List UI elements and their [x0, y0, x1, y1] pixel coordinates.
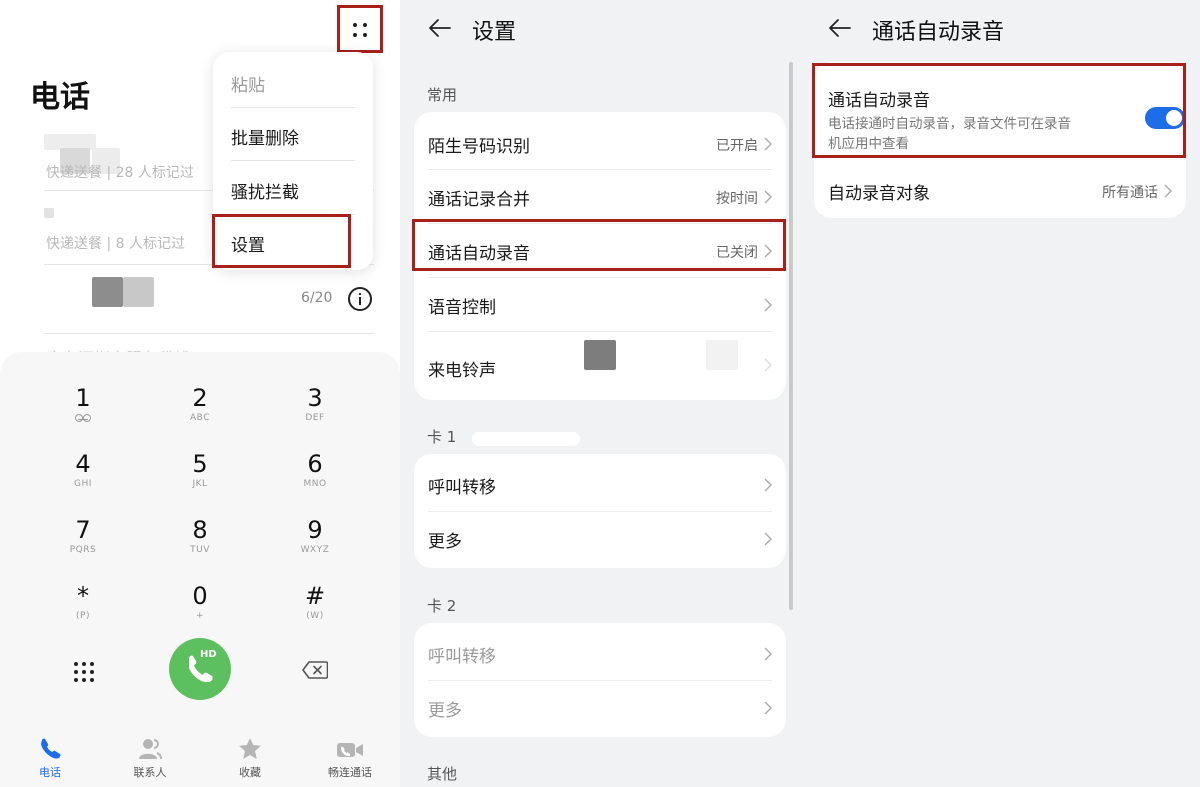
log-tag-text: 快递送餐 | 8 人标记过 — [46, 236, 185, 252]
chevron-right-icon — [764, 298, 772, 312]
key-1[interactable]: 1 — [38, 384, 128, 424]
key-6[interactable]: 6 MNO — [270, 450, 360, 490]
bottom-tab-bar: 电话 联系人 收藏 畅连通话 — [0, 730, 400, 787]
phone-handset-icon — [189, 655, 213, 683]
key-0[interactable]: 0 + — [155, 582, 245, 622]
blurred-ringtone — [706, 340, 738, 370]
call-button[interactable]: HD — [169, 638, 231, 700]
back-arrow-icon[interactable] — [428, 18, 452, 38]
settings-row-stranger-id[interactable]: 陌生号码识别 已开启 — [414, 117, 786, 170]
dialpad-toggle-icon[interactable] — [74, 662, 94, 682]
menu-divider — [231, 160, 355, 161]
section-label-common: 常用 — [427, 86, 458, 104]
section-label-other: 其他 — [427, 765, 458, 783]
settings-row-voice-control[interactable]: 语音控制 — [414, 278, 786, 331]
chevron-right-icon — [764, 190, 772, 204]
key-star[interactable]: * (P) — [38, 582, 128, 622]
menu-item-block[interactable]: 骚扰拦截 — [231, 178, 299, 203]
settings-row-more-2[interactable]: 更多 — [414, 681, 786, 734]
settings-row-record-target[interactable]: 自动录音对象 所有通话 — [814, 164, 1186, 217]
voicemail-icon — [75, 414, 91, 422]
chevron-right-icon — [1164, 184, 1172, 198]
star-icon — [210, 736, 290, 762]
key-3[interactable]: 3 DEF — [270, 384, 360, 424]
blurred-carrier — [472, 432, 580, 446]
blurred-number — [123, 277, 154, 307]
highlight-box-toggle — [812, 63, 1186, 158]
page-title: 电话 — [30, 80, 90, 115]
settings-panel: 设置 常用 陌生号码识别 已开启 通话记录合并 按时间 通话自动录音 已关闭 语… — [400, 0, 800, 787]
menu-divider — [231, 107, 355, 108]
blurred-number — [92, 277, 123, 307]
backspace-icon[interactable] — [302, 661, 329, 679]
tab-contacts[interactable]: 联系人 — [110, 736, 190, 780]
chevron-right-icon — [764, 478, 772, 492]
row-divider — [428, 331, 772, 332]
back-arrow-icon[interactable] — [828, 18, 852, 38]
section-label-card2: 卡 2 — [427, 597, 457, 615]
key-2[interactable]: 2 ABC — [155, 384, 245, 424]
blurred-number — [44, 208, 54, 218]
chevron-right-icon — [764, 532, 772, 546]
log-count: 6/20 — [301, 290, 333, 306]
chevron-right-icon — [764, 701, 772, 715]
dialpad: 1 2 ABC 3 DEF 4 GHI 5 JKL 6 MNO 7 PQRS 8 TUV 9W… — [0, 352, 400, 787]
settings-card-sim1: 呼叫转移 更多 — [414, 454, 786, 568]
key-4[interactable]: 4 GHI — [38, 450, 128, 490]
phone-icon — [10, 736, 90, 762]
chevron-right-icon — [764, 137, 772, 151]
tab-favorites[interactable]: 收藏 — [210, 736, 290, 780]
highlight-box-settings — [212, 214, 351, 268]
key-hash[interactable]: # (W) — [270, 582, 360, 622]
settings-row-ringtone[interactable]: 来电铃声 — [414, 336, 786, 396]
menu-item-paste[interactable]: 粘贴 — [231, 71, 265, 96]
settings-row-log-merge[interactable]: 通话记录合并 按时间 — [414, 170, 786, 223]
key-5[interactable]: 5 JKL — [155, 450, 245, 490]
key-7[interactable]: 7 PQRS — [38, 516, 128, 556]
settings-row-call-forward-1[interactable]: 呼叫转移 — [414, 458, 786, 511]
page-title: 设置 — [472, 20, 517, 45]
page-title: 通话自动录音 — [872, 20, 1005, 45]
highlight-box-more — [337, 5, 383, 53]
chevron-right-icon — [764, 647, 772, 661]
phone-panel: 电话 快递送餐 | 28 人标记过 快递送餐 | 8 人标记过 6/20 广东深… — [0, 0, 400, 787]
log-divider — [44, 333, 374, 334]
tab-meetime[interactable]: 畅连通话 — [310, 736, 390, 780]
chevron-right-icon — [764, 358, 772, 372]
auto-record-panel: 通话自动录音 通话自动录音 电话接通时自动录音，录音文件可在录音 机应用中查看 … — [800, 0, 1200, 787]
settings-card-sim2: 呼叫转移 更多 — [414, 623, 786, 737]
section-label-card1: 卡 1 — [427, 428, 457, 446]
scrollbar[interactable] — [789, 62, 793, 610]
highlight-box-auto-record — [412, 219, 786, 271]
hd-badge: HD — [200, 649, 217, 660]
info-icon[interactable] — [348, 287, 372, 311]
tab-phone[interactable]: 电话 — [10, 736, 90, 780]
contacts-icon — [110, 736, 190, 762]
log-tag-text: 快递送餐 | 28 人标记过 — [46, 165, 194, 181]
key-8[interactable]: 8 TUV — [155, 516, 245, 556]
video-call-icon — [310, 736, 390, 762]
settings-row-more-1[interactable]: 更多 — [414, 512, 786, 565]
blurred-ringtone — [584, 340, 616, 370]
menu-item-batch-delete[interactable]: 批量删除 — [231, 124, 299, 149]
settings-row-call-forward-2[interactable]: 呼叫转移 — [414, 627, 786, 680]
key-9[interactable]: 9 WXYZ — [270, 516, 360, 556]
